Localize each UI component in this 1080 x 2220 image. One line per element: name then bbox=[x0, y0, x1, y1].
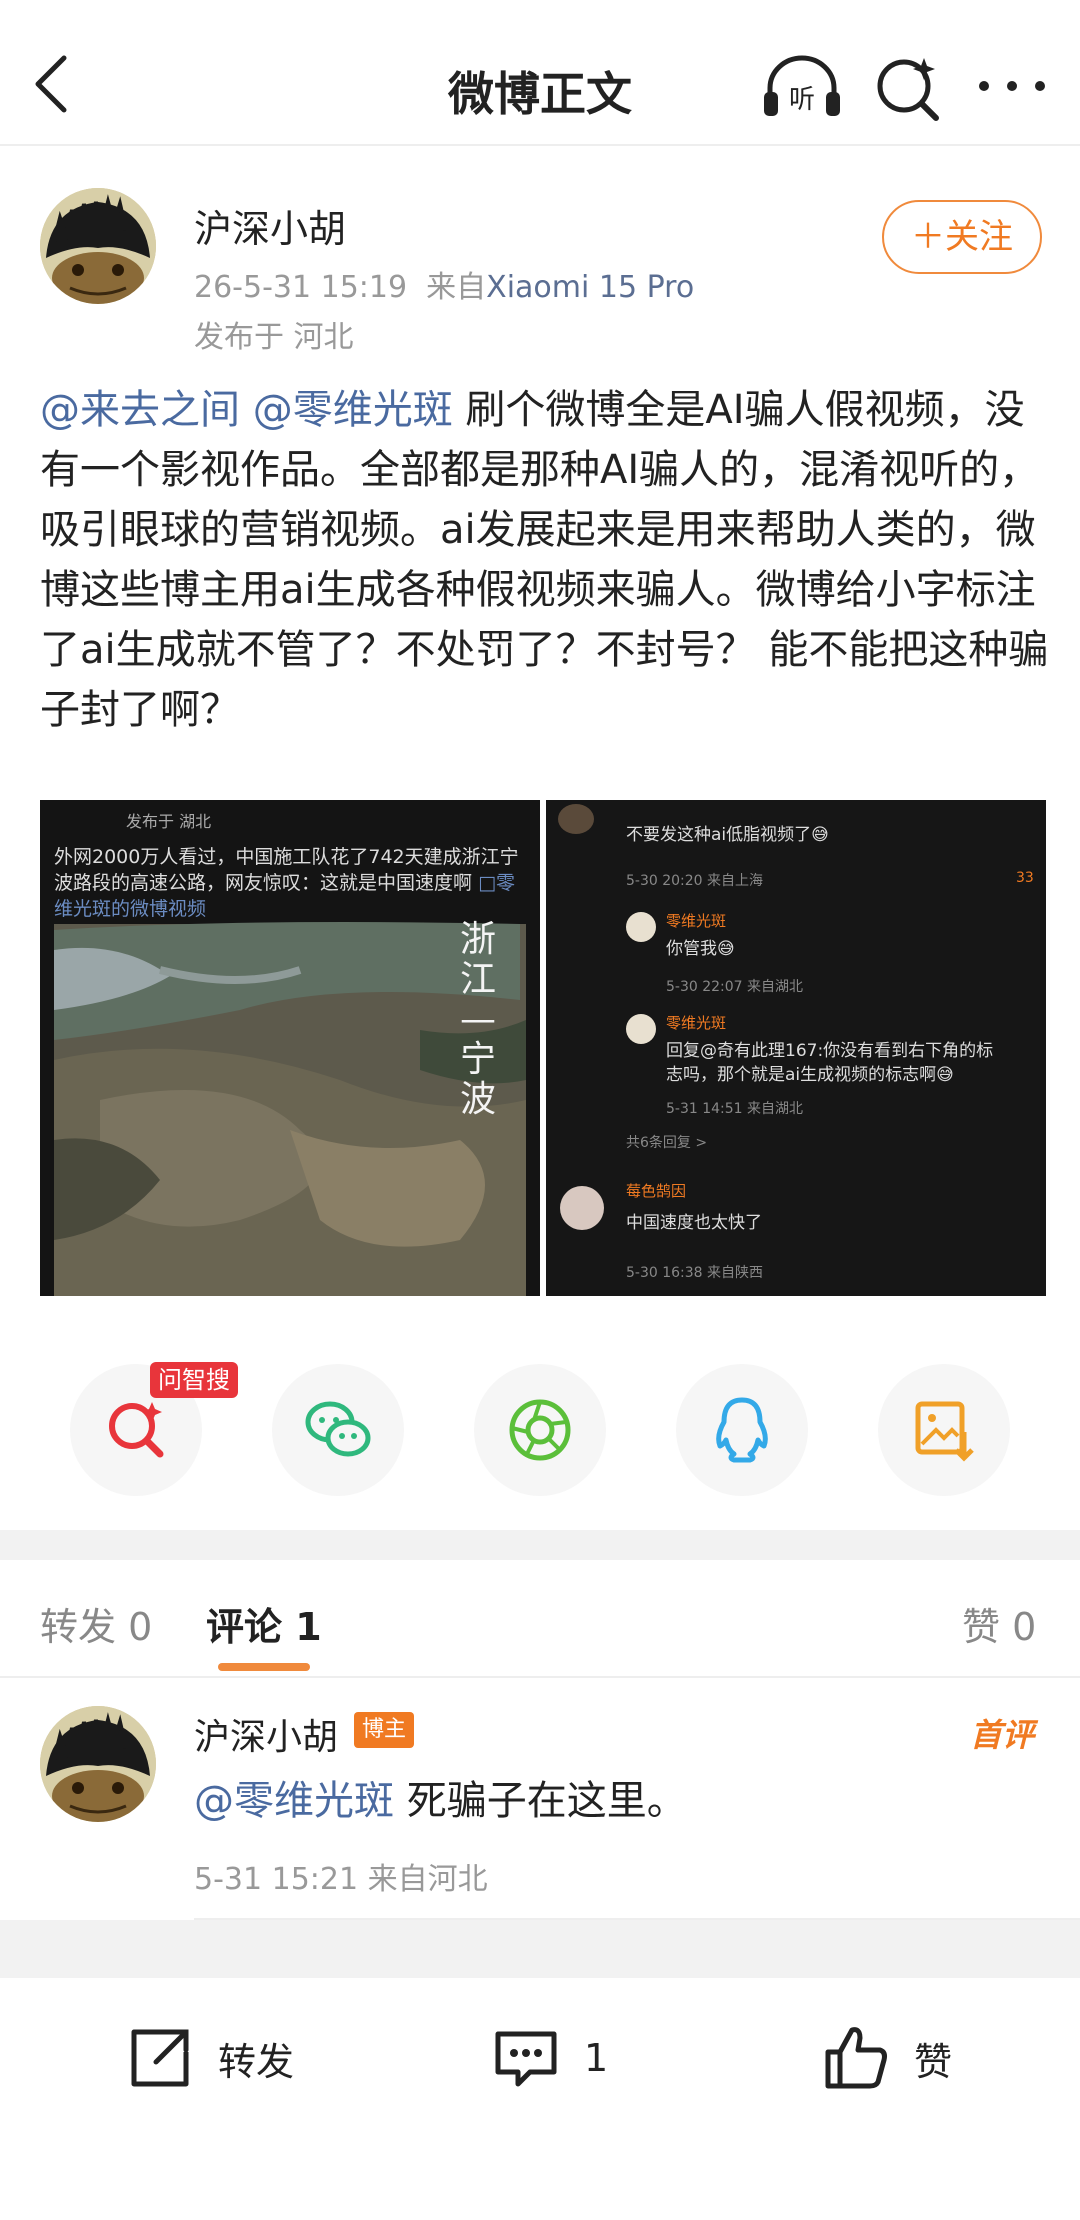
commenter-name[interactable]: 沪深小胡 bbox=[194, 1708, 338, 1760]
screenshot-commenter-name: 莓色鹄因 bbox=[626, 1182, 687, 1200]
qq-icon bbox=[716, 1397, 768, 1463]
repost-button[interactable]: 转发 bbox=[124, 2018, 294, 2098]
image-published-text: 发布于 湖北 bbox=[126, 812, 212, 831]
comment-body: 死骗子在这里。 bbox=[394, 1778, 687, 1824]
screenshot-commenter-name: 零维光斑 bbox=[666, 912, 727, 930]
post-source-prefix: 来自 bbox=[426, 270, 487, 305]
tab-like[interactable]: 赞 0 bbox=[962, 1596, 1036, 1651]
like-label: 赞 bbox=[914, 2039, 953, 2084]
image-caption-2: 波路段的高速公路，网友惊叹：这就是中国速度啊 □零 bbox=[54, 868, 515, 895]
repost-label: 转发 bbox=[218, 2039, 295, 2084]
post-body: 刷个微博全是AI骗人假视频，没有一个影视作品。全部都是那种AI骗人的，混淆视听的… bbox=[40, 387, 1049, 733]
tab-active-indicator bbox=[218, 1663, 310, 1671]
post-device[interactable]: Xiaomi 15 Pro bbox=[486, 270, 694, 305]
repost-icon bbox=[131, 2029, 189, 2087]
screenshot-commenter-name: 零维光斑 bbox=[666, 1014, 727, 1032]
tab-repost-count: 0 bbox=[128, 1605, 153, 1649]
ai-search-icon[interactable] bbox=[870, 52, 950, 122]
post-location: 发布于 河北 bbox=[194, 320, 354, 355]
first-comment-badge: 首评 bbox=[970, 1716, 1035, 1754]
image-caption-link: □零 bbox=[478, 872, 516, 894]
like-button[interactable]: 赞 bbox=[820, 2018, 952, 2098]
follow-button[interactable]: ＋关注 bbox=[882, 200, 1042, 274]
screenshot-comment-text: 回复@奇有此理167:你没有看到右下角的标 bbox=[666, 1041, 994, 1061]
comment-meta: 5-31 15:21 来自河北 bbox=[194, 1862, 488, 1897]
post-time: 26-5-31 15:19 bbox=[194, 270, 408, 305]
author-name[interactable]: 沪深小胡 bbox=[194, 198, 346, 253]
author-badge: 博主 bbox=[354, 1712, 415, 1748]
tab-comment[interactable]: 评论 1 bbox=[206, 1596, 322, 1651]
screenshot-reply-count: 共6条回复 > bbox=[626, 1135, 708, 1151]
post-image-2[interactable]: 不要发这种ai低脂视频了😅 5-30 20:20 来自上海 33 零维光斑 你管… bbox=[546, 800, 1046, 1296]
screenshot-comment-meta: 5-31 14:51 来自湖北 bbox=[666, 1101, 804, 1117]
top-bar: 微博正文 听 bbox=[0, 0, 1080, 146]
wechat-icon bbox=[305, 1401, 371, 1457]
tab-like-count: 0 bbox=[1012, 1605, 1037, 1649]
listen-icon[interactable]: 听 bbox=[762, 52, 842, 122]
share-moments-button[interactable] bbox=[474, 1364, 606, 1496]
mention-link[interactable]: @零维光斑 bbox=[253, 387, 453, 433]
ai-search-badge: 问智搜 bbox=[150, 1362, 238, 1398]
commenter-avatar[interactable] bbox=[40, 1706, 156, 1822]
tab-comment-count: 1 bbox=[295, 1605, 322, 1649]
save-image-icon bbox=[915, 1401, 974, 1462]
weibo-post-page: 微博正文 听 沪深小胡 26-5-31 15:19 来自Xiaomi 15 Pr bbox=[0, 0, 1080, 2220]
commenter-avatar bbox=[626, 1014, 656, 1044]
mention-link[interactable]: @零维光斑 bbox=[194, 1778, 394, 1824]
comment-button[interactable]: 1 bbox=[490, 2018, 608, 2098]
screenshot-comment-meta: 5-30 22:07 来自湖北 bbox=[666, 979, 804, 995]
tab-repost-label: 转发 bbox=[40, 1605, 117, 1649]
share-qq-button[interactable] bbox=[676, 1364, 808, 1496]
tab-like-label: 赞 bbox=[962, 1605, 1001, 1649]
listen-label: 听 bbox=[789, 85, 815, 115]
post-text: @来去之间 @零维光斑 刷个微博全是AI骗人假视频，没有一个影视作品。全部都是那… bbox=[40, 380, 1050, 740]
commenter-avatar bbox=[626, 912, 656, 942]
author-avatar[interactable] bbox=[40, 188, 156, 304]
screenshot-comment-text: 志吗，那个就是ai生成视频的标志啊😅 bbox=[666, 1065, 954, 1085]
mention-link[interactable]: @来去之间 bbox=[40, 387, 240, 433]
comment-text: @零维光斑 死骗子在这里。 bbox=[194, 1768, 687, 1826]
screenshot-comment-text: 不要发这种ai低脂视频了😅 bbox=[626, 825, 829, 845]
section-divider bbox=[0, 1530, 1080, 1560]
post-image-1[interactable]: 发布于 湖北 外网2000万人看过，中国施工队花了742天建成浙江宁 波路段的高… bbox=[40, 800, 540, 1296]
image-overlay-text: 浙江—宁波 bbox=[460, 919, 497, 1120]
screenshot-comment-text: 中国速度也太快了 bbox=[626, 1213, 762, 1233]
comment-count: 1 bbox=[584, 2036, 609, 2080]
screenshot-comment-text: 你管我😅 bbox=[666, 939, 735, 959]
image-caption-3: 维光斑的微博视频 bbox=[54, 898, 207, 920]
moments-icon bbox=[509, 1399, 571, 1461]
save-image-button[interactable] bbox=[878, 1364, 1010, 1496]
screenshot-comment-meta: 5-30 16:38 来自陕西 bbox=[626, 1265, 764, 1281]
commenter-avatar bbox=[558, 804, 594, 834]
share-wechat-button[interactable] bbox=[272, 1364, 404, 1496]
tab-comment-label: 评论 bbox=[206, 1605, 283, 1649]
search-ai-icon bbox=[109, 1402, 164, 1458]
tab-divider bbox=[0, 1676, 1080, 1678]
back-arrow-icon[interactable] bbox=[30, 52, 74, 116]
post-meta: 26-5-31 15:19 来自Xiaomi 15 Pro bbox=[194, 262, 694, 306]
commenter-avatar bbox=[560, 1186, 604, 1230]
more-icon[interactable] bbox=[972, 52, 1052, 122]
image-caption-2-text: 波路段的高速公路，网友惊叹：这就是中国速度啊 bbox=[54, 872, 473, 894]
screenshot-like-count: 33 bbox=[1016, 870, 1034, 886]
tab-repost[interactable]: 转发 0 bbox=[40, 1596, 152, 1651]
screenshot-comment-meta: 5-30 20:20 来自上海 bbox=[626, 873, 764, 889]
like-icon bbox=[825, 2027, 887, 2089]
image-caption-1: 外网2000万人看过，中国施工队花了742天建成浙江宁 bbox=[54, 846, 519, 868]
comment-icon bbox=[495, 2031, 557, 2087]
section-divider bbox=[0, 1920, 1080, 1978]
